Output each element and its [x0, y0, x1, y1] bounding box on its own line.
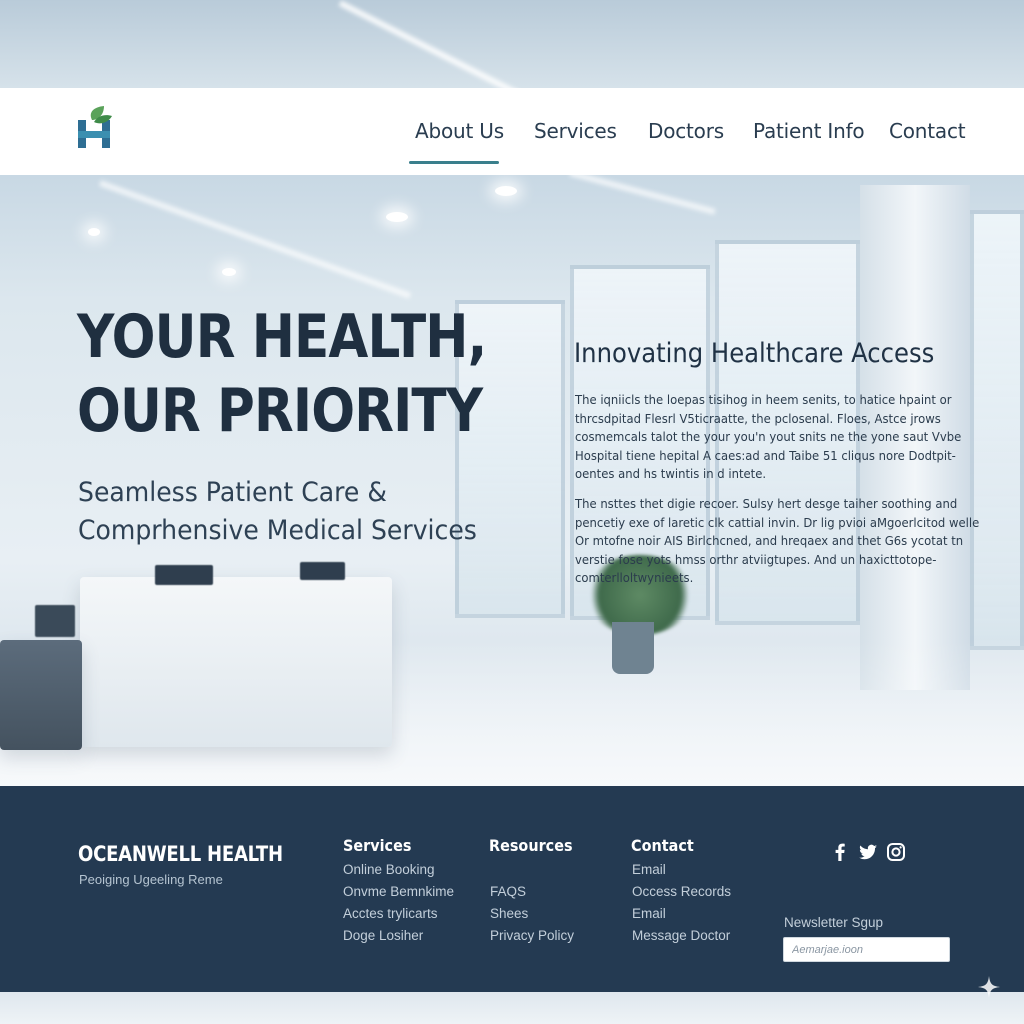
footer-brand-tagline: Peoiging Ugeeling Reme — [79, 872, 223, 887]
nav-item-patient-info[interactable]: Patient Info — [753, 119, 865, 143]
instagram-icon[interactable] — [886, 842, 906, 862]
footer-link[interactable]: Doge Losiher — [343, 928, 423, 943]
sparkle-icon — [978, 976, 1000, 998]
footer-link[interactable]: Message Doctor — [632, 928, 730, 943]
social-links — [830, 842, 906, 862]
footer-link[interactable]: Email — [632, 906, 666, 921]
paragraph-line: The nsttes thet digie recoer. Sulsy hert… — [575, 496, 958, 511]
hero-subtitle-line-2: Comprhensive Medical Services — [78, 515, 477, 546]
paragraph-line: Or mtofne noir AIS Birlchcned, and hreqa… — [575, 533, 964, 548]
twitter-icon[interactable] — [858, 842, 878, 862]
paragraph-line: Hospital tiene hepital A caes:ad and Tai… — [575, 447, 956, 463]
ceiling-lamp — [386, 212, 408, 222]
paragraph-line: pencetiy exe of laretic clk cattial invi… — [575, 514, 980, 530]
footer-link[interactable]: Acctes trylicarts — [343, 906, 438, 921]
footer-brand-name: OCEANWELL HEALTH — [78, 842, 283, 866]
hero-title-line-1: YOUR HEALTH, — [77, 302, 487, 372]
site-header: About Us Services Doctors Patient Info C… — [0, 88, 1024, 175]
bottom-background-strip — [0, 992, 1024, 1024]
paragraph-line: comterlloltwynieets. — [575, 570, 694, 585]
facebook-icon[interactable] — [830, 842, 850, 862]
footer-link[interactable]: Shees — [490, 906, 528, 921]
ceiling-lamp — [495, 186, 517, 196]
paragraph-line: verstie fose yots hmss orthr atviigtupes… — [575, 551, 937, 567]
nav-item-doctors[interactable]: Doctors — [648, 119, 724, 143]
nav-item-contact[interactable]: Contact — [889, 119, 966, 143]
newsletter-label: Newsletter Sgup — [784, 915, 884, 930]
paragraph-line: thrcsdpitad Flesrl V5ticraatte, the pclo… — [575, 410, 941, 426]
side-cabinet — [0, 640, 82, 750]
footer-column-heading-contact: Contact — [631, 836, 694, 855]
window — [970, 210, 1024, 650]
chair — [35, 605, 75, 637]
main-nav: About Us Services Doctors Patient Info C… — [0, 88, 1024, 175]
side-heading: Innovating Healthcare Access — [574, 338, 935, 369]
hero-title-line-2: OUR PRIORITY — [77, 376, 483, 446]
footer-column-heading-resources: Resources — [489, 836, 573, 855]
paragraph-line: The iqniicls the loepas tisihog in heem … — [575, 392, 952, 407]
nav-item-about-us[interactable]: About Us — [415, 119, 504, 143]
footer-link[interactable]: Occess Records — [632, 884, 731, 899]
hero-subtitle: Seamless Patient Care & Comprhensive Med… — [78, 474, 506, 550]
active-nav-indicator — [409, 161, 499, 164]
reception-desk — [80, 577, 392, 747]
footer-link[interactable]: Privacy Policy — [490, 928, 574, 943]
hero-title: YOUR HEALTH, OUR PRIORITY — [77, 300, 490, 448]
nav-item-services[interactable]: Services — [534, 119, 617, 143]
side-paragraph-1: The iqniicls the loepas tisihog in heem … — [575, 391, 962, 484]
footer-link[interactable]: FAQS — [490, 884, 526, 899]
footer-link[interactable]: Online Booking — [343, 862, 435, 877]
newsletter-email-input[interactable] — [783, 937, 950, 962]
site-footer: OCEANWELL HEALTH Peoiging Ugeeling Reme … — [0, 786, 1024, 992]
footer-link[interactable]: Email — [632, 862, 666, 877]
footer-link[interactable]: Onvme Bemnkime — [343, 884, 454, 899]
ceiling-lamp — [222, 268, 236, 276]
paragraph-line: oentes and hs twintis in d intete. — [575, 466, 767, 481]
monitor — [300, 562, 345, 580]
paragraph-line: cosmemcals talot the your you'n yout sni… — [575, 429, 962, 444]
footer-column-heading-services: Services — [343, 836, 412, 855]
monitor — [155, 565, 213, 585]
plant-pot — [612, 622, 654, 674]
hero-subtitle-line-1: Seamless Patient Care & — [78, 477, 387, 508]
ceiling-light — [569, 170, 716, 215]
side-paragraph-2: The nsttes thet digie recoer. Sulsy hert… — [575, 495, 980, 588]
ceiling-light — [98, 180, 412, 299]
ceiling-lamp — [88, 228, 100, 236]
